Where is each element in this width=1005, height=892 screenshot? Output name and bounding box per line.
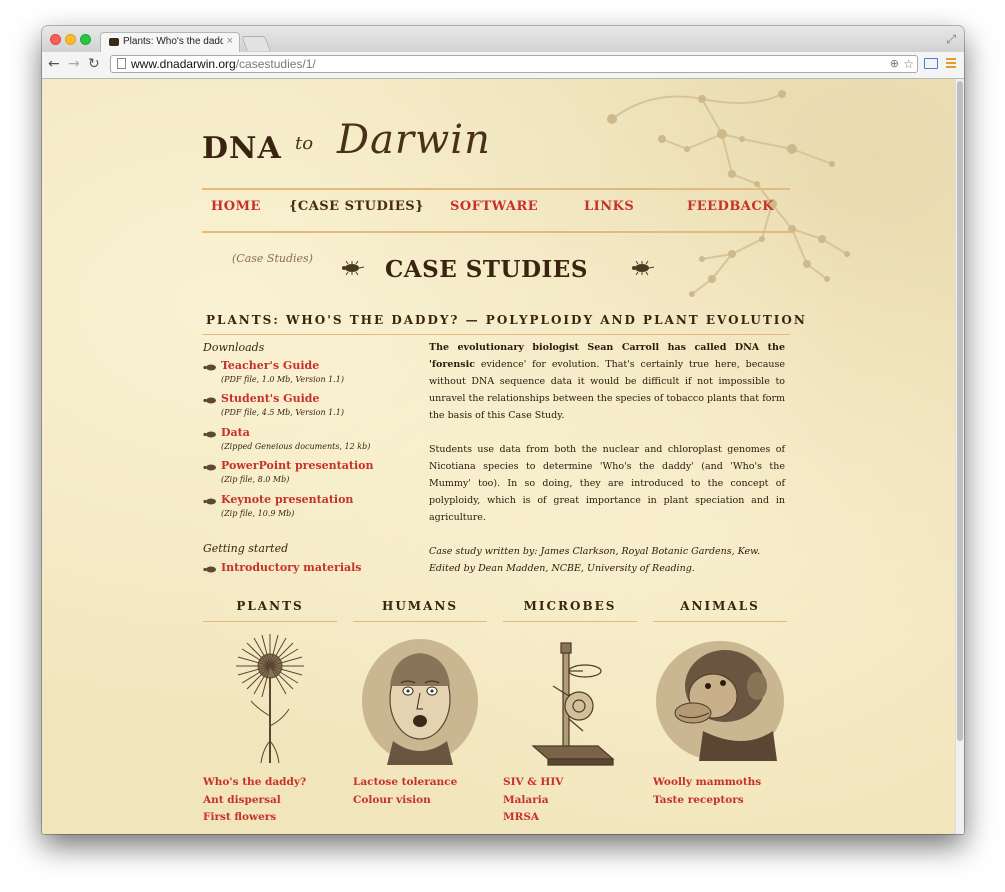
new-tab-button[interactable] [241, 36, 271, 51]
page-title: CASE STUDIES [385, 256, 588, 283]
intro-paragraph-2: Students use data from both the nuclear … [429, 444, 785, 523]
intro-rest: evidence' for evolution. That's certainl… [429, 359, 785, 421]
category-link[interactable]: Malaria [503, 792, 563, 810]
browser-window: Plants: Who's the daddy? - × ⤢ ← → ↻ www… [42, 26, 964, 834]
scrollbar-thumb[interactable] [957, 81, 963, 741]
shocked-man-engraving[interactable] [353, 631, 487, 771]
address-bar[interactable]: www.dnadarwin.org/casestudies/1/ ⊕ ☆ [110, 55, 918, 73]
forward-arrow-icon[interactable]: → [68, 56, 80, 72]
category-rule [203, 621, 337, 622]
category-rule [653, 621, 787, 622]
nav-case-studies[interactable]: {CASE STUDIES} [289, 199, 424, 214]
category-link[interactable]: Colour vision [353, 792, 457, 810]
teachers-guide-link[interactable]: Teacher's Guide [221, 359, 319, 372]
bug-icon [203, 498, 216, 505]
microscope-engraving[interactable] [503, 631, 637, 771]
category-link[interactable]: Ant dispersal [203, 792, 306, 810]
site-logo[interactable]: DNA to Darwin [202, 117, 562, 169]
intro-paragraph-1: The evolutionary biologist Sean Carroll … [429, 339, 785, 424]
logo-to: to [295, 133, 314, 154]
main-nav: HOME {CASE STUDIES} SOFTWARE LINKS FEEDB… [202, 199, 790, 225]
getting-started-heading: Getting started [203, 542, 289, 555]
powerpoint-link[interactable]: PowerPoint presentation [221, 459, 373, 472]
category-link[interactable]: First flowers [203, 809, 306, 827]
category-link[interactable]: Woolly mammoths [653, 774, 761, 792]
nav-feedback[interactable]: FEEDBACK [687, 199, 774, 214]
tab-close-icon[interactable]: × [227, 35, 233, 47]
bug-icon [203, 364, 216, 371]
category-link[interactable]: Lactose tolerance [353, 774, 457, 792]
bookmark-star-icon[interactable]: ☆ [903, 56, 914, 72]
category-title: HUMANS [381, 599, 459, 613]
download-meta: (Zipped Geneious documents, 12 kb) [221, 442, 371, 451]
title-bar: Plants: Who's the daddy? - × ⤢ [42, 26, 964, 52]
page-content: DNA to Darwin HOME {CASE STUDIES} SOFTWA… [42, 79, 955, 834]
category-link[interactable]: Taste receptors [653, 792, 761, 810]
subtitle-rule [202, 334, 790, 335]
category-link[interactable]: SIV & HIV [503, 774, 563, 792]
category-links: Woolly mammoths Taste receptors [653, 774, 761, 809]
beetle-icon [632, 261, 654, 275]
download-meta: (PDF file, 4.5 Mb, Version 1.1) [221, 408, 345, 417]
page-viewport: DNA to Darwin HOME {CASE STUDIES} SOFTWA… [42, 79, 964, 834]
data-link[interactable]: Data [221, 426, 250, 439]
bug-icon [203, 431, 216, 438]
url-text: www.dnadarwin.org/casestudies/1/ [131, 56, 316, 72]
category-links: Who's the daddy? Ant dispersal First flo… [203, 774, 306, 827]
header-rule-bottom [202, 231, 790, 233]
back-arrow-icon[interactable]: ← [48, 56, 60, 72]
beetle-icon [342, 261, 364, 275]
case-studies-script-label: (Case Studies) [232, 252, 313, 265]
category-link[interactable]: Who's the daddy? [203, 774, 306, 792]
download-meta: (PDF file, 1.0 Mb, Version 1.1) [221, 375, 345, 384]
favicon-icon [109, 38, 119, 46]
introductory-materials-link[interactable]: Introductory materials [221, 561, 362, 574]
nav-links[interactable]: LINKS [584, 199, 634, 214]
students-guide-link[interactable]: Student's Guide [221, 392, 319, 405]
keynote-link[interactable]: Keynote presentation [221, 493, 353, 506]
download-meta: (Zip file, 10.9 Mb) [221, 509, 295, 518]
url-path: /casestudies/1/ [235, 57, 316, 71]
author-credit: Case study written by: James Clarkson, R… [429, 546, 761, 557]
maximize-window-button[interactable] [80, 34, 91, 45]
url-domain: www.dnadarwin.org [131, 57, 236, 71]
intro-text: The evolutionary biologist Sean Carroll … [429, 339, 785, 577]
category-rule [353, 621, 487, 622]
zoom-icon[interactable]: ⊕ [890, 56, 899, 72]
category-title: PLANTS [236, 599, 304, 613]
downloads-heading: Downloads [203, 341, 265, 354]
logo-darwin: Darwin [337, 117, 491, 163]
category-title: MICROBES [523, 599, 617, 613]
chimpanzee-engraving[interactable] [653, 631, 787, 771]
category-title: ANIMALS [680, 599, 760, 613]
bug-icon [203, 464, 216, 471]
bug-icon [203, 397, 216, 404]
browser-toolbar: ← → ↻ www.dnadarwin.org/casestudies/1/ ⊕… [42, 52, 964, 79]
cast-icon[interactable] [924, 58, 938, 69]
close-window-button[interactable] [50, 34, 61, 45]
category-links: Lactose tolerance Colour vision [353, 774, 457, 809]
category-link[interactable]: MRSA [503, 809, 563, 827]
page-icon [117, 58, 126, 69]
nav-home[interactable]: HOME [211, 199, 261, 214]
dandelion-engraving[interactable] [203, 631, 337, 771]
logo-dna: DNA [202, 131, 282, 166]
header-rule-top [202, 188, 790, 190]
tab-title: Plants: Who's the daddy? - [123, 36, 223, 47]
menu-icon[interactable] [946, 58, 956, 70]
category-links: SIV & HIV Malaria MRSA [503, 774, 563, 827]
reload-icon[interactable]: ↻ [88, 56, 100, 72]
fullscreen-icon[interactable]: ⤢ [946, 32, 956, 47]
browser-tab[interactable]: Plants: Who's the daddy? - × [100, 32, 240, 52]
category-rule [503, 621, 637, 622]
bug-icon [203, 566, 216, 573]
scrollbar[interactable] [955, 79, 964, 834]
case-study-subtitle: PLANTS: WHO'S THE DADDY? — POLYPLOIDY AN… [206, 313, 807, 327]
editor-credit: Edited by Dean Madden, NCBE, University … [429, 563, 695, 574]
download-meta: (Zip file, 8.0 Mb) [221, 475, 290, 484]
minimize-window-button[interactable] [65, 34, 76, 45]
nav-software[interactable]: SOFTWARE [450, 199, 538, 214]
